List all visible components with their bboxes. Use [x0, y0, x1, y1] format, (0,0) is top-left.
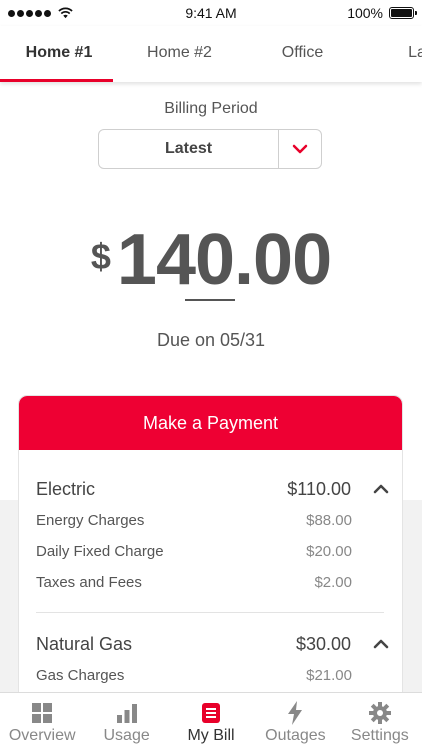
nav-usage[interactable]: Usage [84, 693, 168, 750]
bill-amount: $ 140.00 [0, 222, 422, 298]
due-date: Due on 05/31 [156, 330, 266, 350]
nav-label: Settings [350, 727, 409, 744]
bill-icon [201, 701, 221, 725]
tab-home-1[interactable]: Home #1 [0, 26, 118, 82]
cellular-signal-icon [8, 7, 73, 19]
section-name: Electric [36, 478, 96, 499]
bill-breakdown-card: Make a Payment Electric $110.00 Energy C… [19, 396, 402, 706]
charge-line: Daily Fixed Charge $20.00 [36, 543, 352, 560]
billing-period-label: Billing Period [164, 100, 258, 117]
nav-my-bill[interactable]: My Bill [169, 693, 253, 750]
charge-line: Taxes and Fees $2.00 [36, 574, 352, 591]
nav-label: My Bill [187, 727, 235, 744]
lightning-icon [287, 701, 303, 725]
tab-home-2[interactable]: Home #2 [118, 26, 241, 82]
location-tabs: Home #1 Home #2 Office Lake [0, 26, 422, 82]
charge-label: Taxes and Fees [36, 574, 142, 591]
grid-icon [31, 701, 53, 725]
charge-amount: $20.00 [306, 543, 352, 560]
charge-amount: $2.00 [314, 574, 352, 591]
charge-label: Energy Charges [36, 512, 145, 529]
billing-period-value[interactable]: Latest [99, 130, 278, 168]
section-name: Natural Gas [36, 633, 133, 654]
battery-percent: 100% [347, 5, 383, 21]
bar-chart-icon [116, 701, 138, 725]
chevron-up-icon[interactable] [371, 634, 391, 654]
tab-lake[interactable]: Lake [364, 26, 422, 82]
wifi-icon [58, 7, 73, 19]
nav-settings[interactable]: Settings [338, 693, 422, 750]
battery-icon [389, 7, 417, 19]
billing-period-select[interactable]: Latest [98, 129, 322, 169]
currency-symbol: $ [90, 236, 111, 277]
section-header-electric[interactable]: Electric $110.00 [36, 477, 391, 501]
status-bar: 9:41 AM 100% [0, 0, 422, 26]
charge-line: Gas Charges $21.00 [36, 667, 352, 684]
section-total: $110.00 [287, 478, 351, 499]
nav-label: Outages [265, 727, 326, 744]
charge-amount: $21.00 [306, 667, 352, 684]
chevron-up-icon[interactable] [371, 479, 391, 499]
gear-icon [368, 701, 391, 725]
section-total: $30.00 [295, 633, 351, 654]
amount-value: 140.00 [116, 220, 332, 300]
nav-label: Overview [8, 727, 76, 744]
nav-outages[interactable]: Outages [253, 693, 337, 750]
nav-label: Usage [103, 727, 150, 744]
charge-line: Energy Charges $88.00 [36, 512, 352, 529]
charge-amount: $88.00 [306, 512, 352, 529]
make-payment-button[interactable]: Make a Payment [19, 396, 402, 450]
section-header-natural-gas[interactable]: Natural Gas $30.00 [36, 632, 391, 656]
nav-overview[interactable]: Overview [0, 693, 84, 750]
charge-label: Gas Charges [36, 667, 125, 684]
amount-underline [185, 299, 235, 301]
bottom-navigation: Overview Usage My Bill Outages Settings [0, 692, 422, 750]
charge-label: Daily Fixed Charge [36, 543, 164, 560]
section-divider [36, 612, 384, 613]
tab-office[interactable]: Office [241, 26, 364, 82]
chevron-down-icon[interactable] [278, 130, 321, 168]
